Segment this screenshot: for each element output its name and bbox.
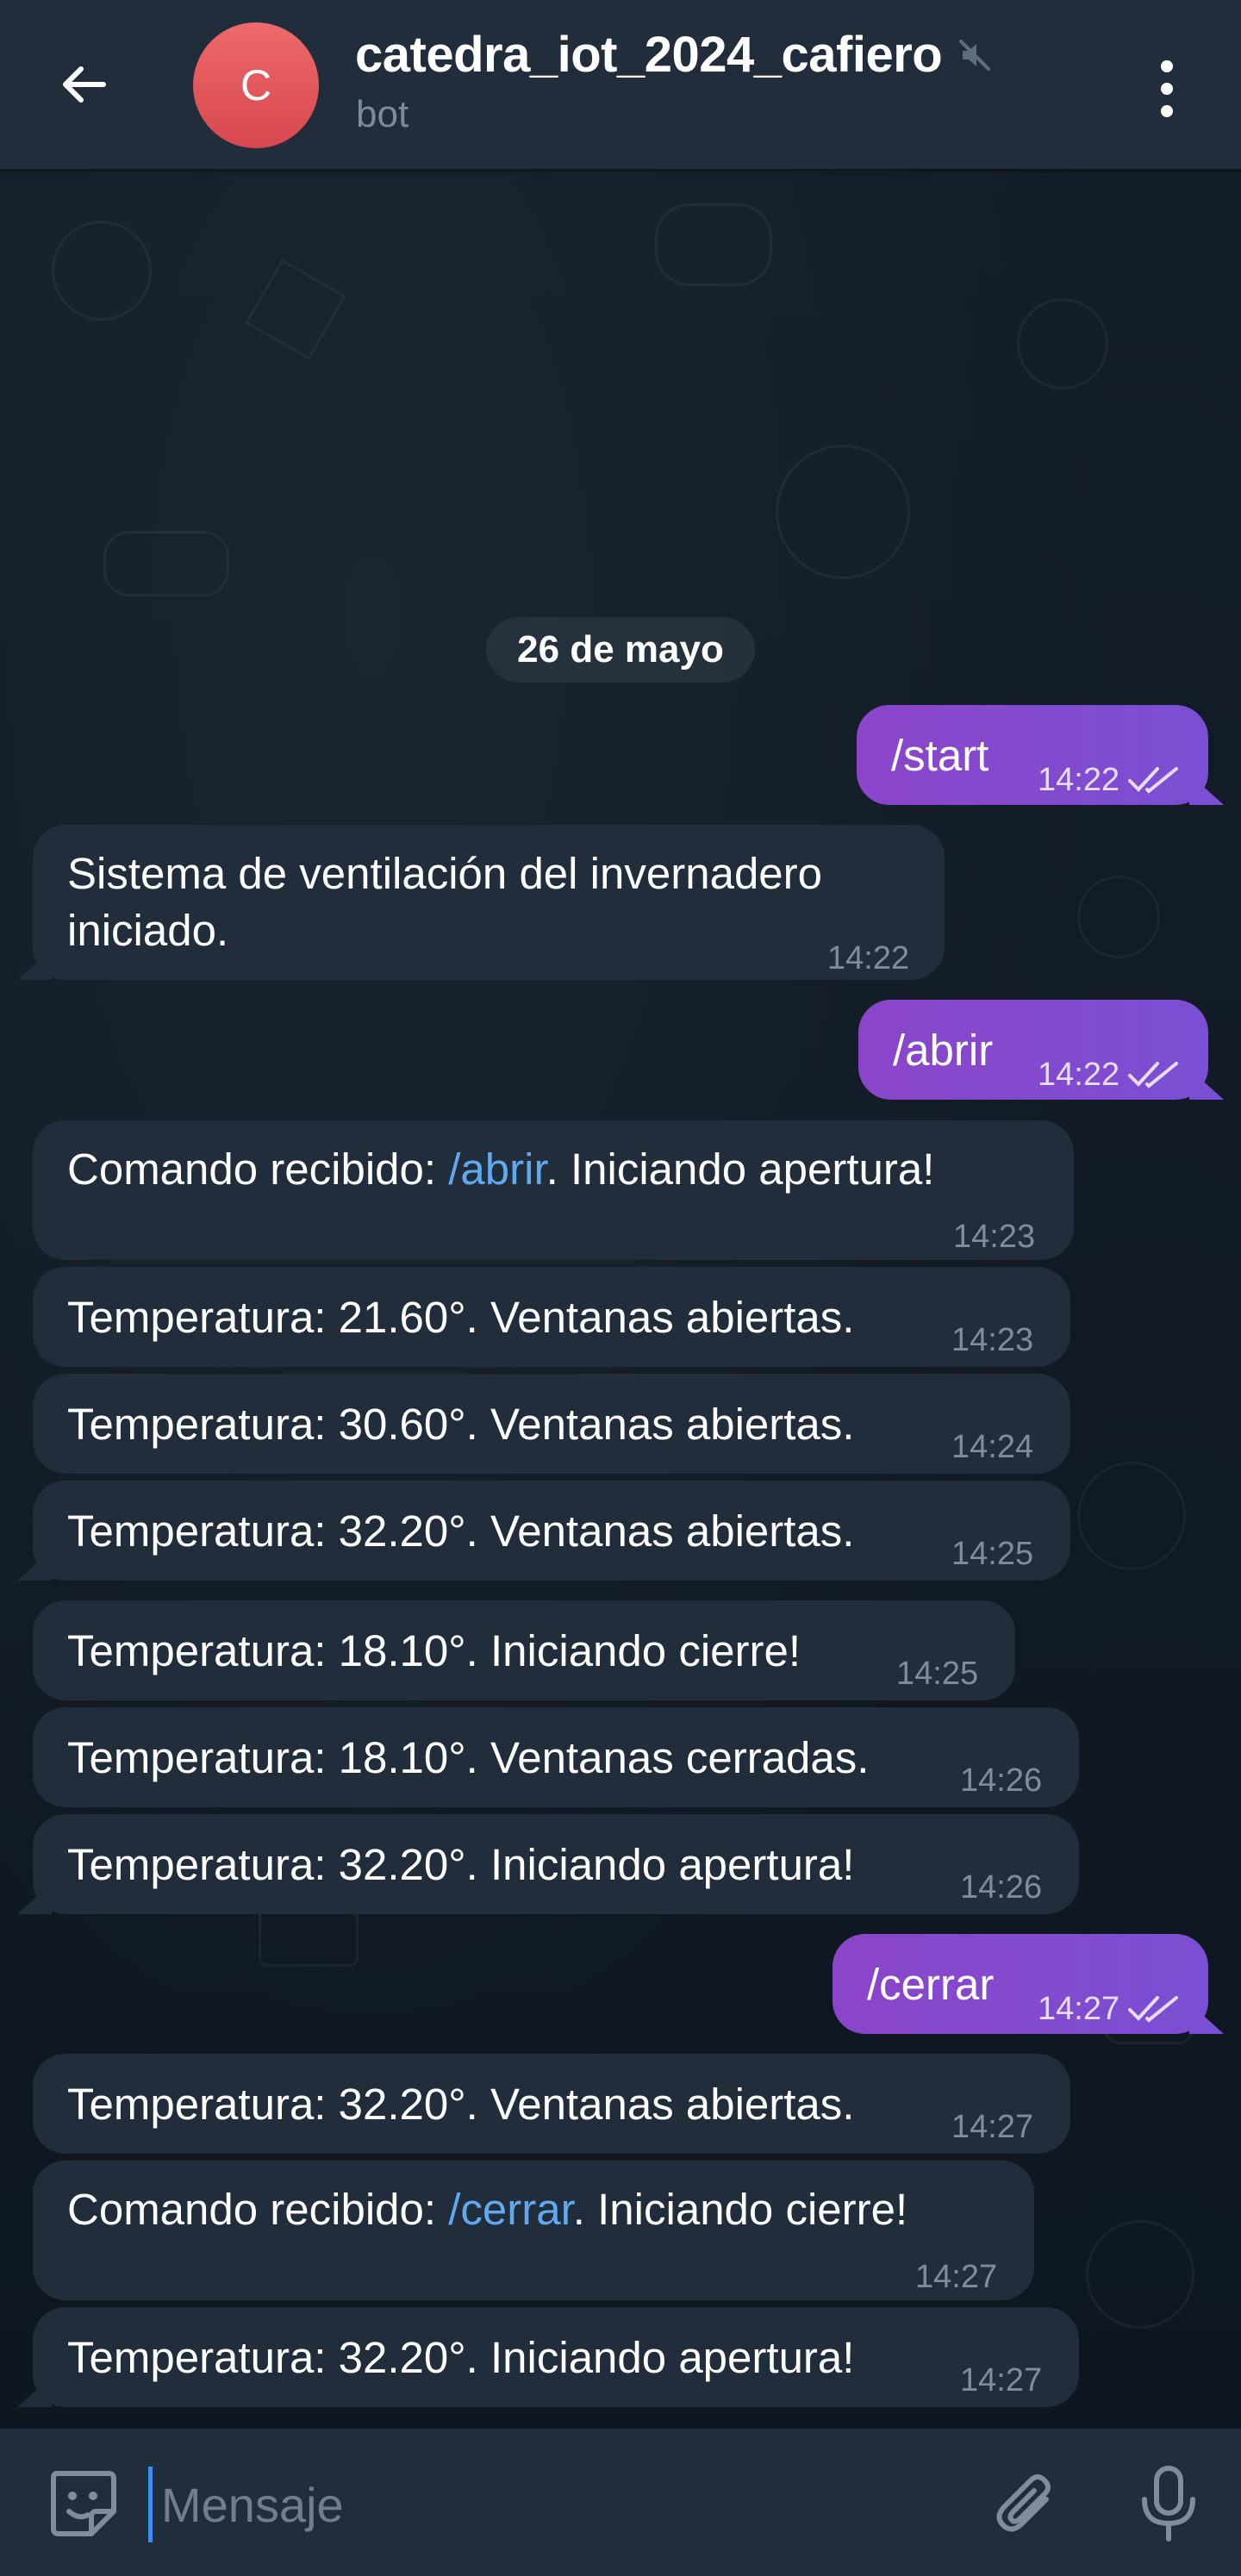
message-time: 14:27	[960, 2362, 1043, 2398]
message-text-line: iniciado.	[67, 906, 229, 955]
double-check-icon	[1128, 1062, 1179, 1088]
message-time: 14:25	[951, 1536, 1034, 1572]
message-time: 14:22	[1038, 762, 1120, 798]
message-text-prefix: Comando recibido:	[67, 1145, 449, 1194]
outgoing-message[interactable]: /cerrar 14:27	[833, 1934, 1208, 2034]
microphone-icon	[1142, 2466, 1195, 2542]
more-options-button[interactable]	[1141, 50, 1193, 128]
double-check-icon	[1128, 1996, 1179, 2023]
incoming-message[interactable]: Comando recibido: /cerrar. Iniciando cie…	[33, 2161, 1034, 2300]
chat-avatar[interactable]: C	[193, 22, 319, 148]
message-text: /cerrar	[867, 1960, 995, 2009]
message-text: Temperatura: 18.10°. Iniciando cierre!	[67, 1626, 801, 1675]
message-text: Comando recibido: /abrir. Iniciando aper…	[67, 1141, 934, 1198]
message-meta: 14:22	[1038, 752, 1180, 808]
message-text: /abrir	[893, 1026, 994, 1075]
back-button[interactable]	[45, 45, 124, 124]
emoji-button[interactable]	[45, 2465, 121, 2541]
message-text: Temperatura: 32.20°. Ventanas abiertas.	[67, 2080, 855, 2129]
message-text-suffix: . Iniciando apertura!	[546, 1145, 935, 1194]
message-text: Temperatura: 32.20°. Iniciando apertura!	[67, 1840, 855, 1889]
message-meta: 14:27	[1038, 1980, 1180, 2037]
outgoing-message[interactable]: /abrir 14:22	[858, 1000, 1208, 1100]
message-text: Temperatura: 32.20°. Ventanas abiertas.	[67, 1506, 855, 1556]
message-text: /start	[891, 731, 989, 780]
message-text: Temperatura: 32.20°. Iniciando apertura!	[67, 2333, 855, 2382]
message-text-line: Sistema de ventilación del invernadero	[67, 849, 823, 898]
message-text: Comando recibido: /cerrar. Iniciando cie…	[67, 2181, 907, 2238]
message-time: 14:24	[951, 1429, 1034, 1465]
wallpaper-doodle	[655, 203, 772, 286]
message-text-suffix: . Iniciando cierre!	[572, 2185, 908, 2234]
message-input[interactable]	[148, 2467, 990, 2542]
message-time: 14:27	[1038, 1991, 1120, 2027]
message-time: 14:22	[1038, 1057, 1120, 1093]
message-text-prefix: Comando recibido:	[67, 2185, 449, 2234]
wallpaper-doodle	[1077, 1462, 1186, 1570]
wallpaper-doodle	[776, 445, 910, 579]
speaker-muted-icon	[959, 39, 991, 71]
bot-command-link[interactable]: /cerrar	[448, 2185, 573, 2234]
attach-button[interactable]	[989, 2467, 1063, 2541]
message-meta: 14:22	[1038, 1046, 1180, 1103]
wallpaper-doodle	[1077, 876, 1160, 958]
chat-header: C catedra_iot_2024_cafiero bot	[0, 0, 1241, 169]
incoming-message[interactable]: Temperatura: 32.20°. Iniciando apertura!…	[33, 1814, 1079, 1914]
message-text: Temperatura: 18.10°. Ventanas cerradas.	[67, 1733, 870, 1782]
vertical-dots-icon	[1161, 60, 1173, 117]
message-text: Temperatura: 21.60°. Ventanas abiertas.	[67, 1293, 855, 1342]
incoming-message[interactable]: Temperatura: 18.10°. Ventanas cerradas. …	[33, 1707, 1079, 1807]
message-time: 14:25	[896, 1656, 979, 1692]
bot-command-link[interactable]: /abrir	[448, 1145, 546, 1194]
avatar-letter: C	[240, 61, 272, 109]
paperclip-icon	[996, 2474, 1051, 2532]
wallpaper-doodle	[1086, 2220, 1194, 2329]
message-time: 14:27	[915, 2259, 998, 2295]
incoming-message[interactable]: Temperatura: 32.20°. Ventanas abiertas. …	[33, 2054, 1070, 2154]
arrow-left-icon	[63, 66, 106, 103]
incoming-message[interactable]: Temperatura: 32.20°. Iniciando apertura!…	[33, 2307, 1079, 2407]
incoming-message[interactable]: Temperatura: 30.60°. Ventanas abiertas. …	[33, 1374, 1070, 1474]
message-time: 14:26	[960, 1869, 1043, 1905]
message-time: 14:27	[951, 2109, 1034, 2145]
incoming-message[interactable]: Comando recibido: /abrir. Iniciando aper…	[33, 1120, 1074, 1260]
message-time: 14:26	[960, 1762, 1043, 1799]
wallpaper-doodle	[103, 531, 229, 596]
chat-title-row[interactable]: catedra_iot_2024_cafiero	[355, 26, 992, 84]
wallpaper-doodle	[1017, 298, 1108, 390]
message-time: 14:23	[953, 1219, 1036, 1255]
outgoing-message[interactable]: /start 14:22	[857, 705, 1208, 805]
chat-subtitle: bot	[356, 93, 409, 135]
incoming-message[interactable]: Temperatura: 18.10°. Iniciando cierre! 1…	[33, 1600, 1015, 1700]
date-separator: 26 de mayo	[486, 617, 755, 683]
double-check-icon	[1128, 767, 1179, 794]
wallpaper-doodle	[245, 259, 346, 360]
incoming-message[interactable]: Sistema de ventilación del invernadero i…	[33, 825, 945, 980]
chat-title: catedra_iot_2024_cafiero	[355, 27, 943, 83]
emoji-icon	[51, 2471, 116, 2536]
incoming-message[interactable]: Temperatura: 32.20°. Ventanas abiertas. …	[33, 1481, 1070, 1581]
message-time: 14:22	[827, 940, 910, 976]
microphone-button[interactable]	[1134, 2463, 1203, 2546]
message-time: 14:23	[951, 1322, 1034, 1358]
wallpaper-doodle	[52, 221, 152, 321]
message-text: Temperatura: 30.60°. Ventanas abiertas.	[67, 1400, 855, 1449]
incoming-message[interactable]: Temperatura: 21.60°. Ventanas abiertas. …	[33, 1267, 1070, 1367]
